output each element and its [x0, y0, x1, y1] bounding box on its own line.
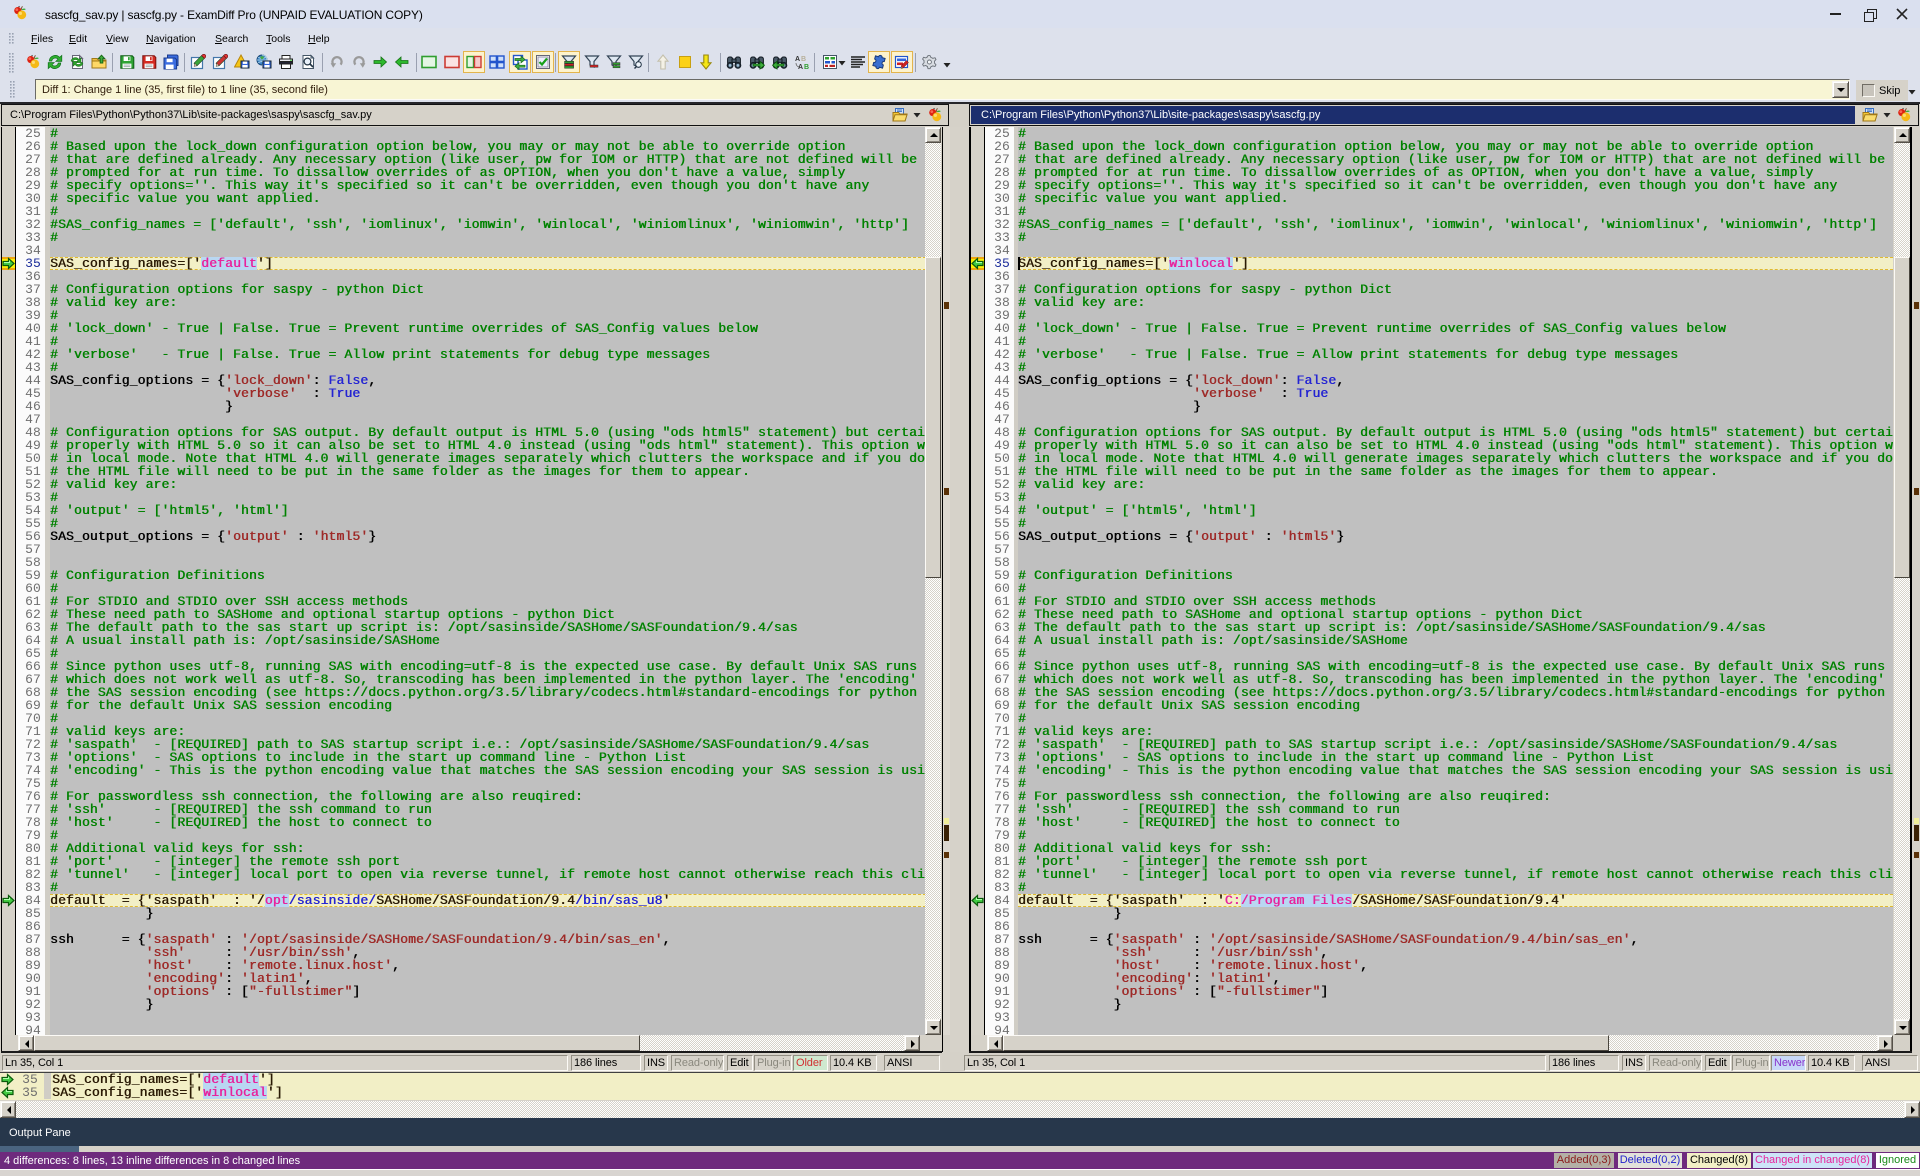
svg-text:A: A — [795, 56, 800, 63]
svg-text:B: B — [804, 64, 809, 70]
svg-text:B: B — [801, 56, 806, 63]
